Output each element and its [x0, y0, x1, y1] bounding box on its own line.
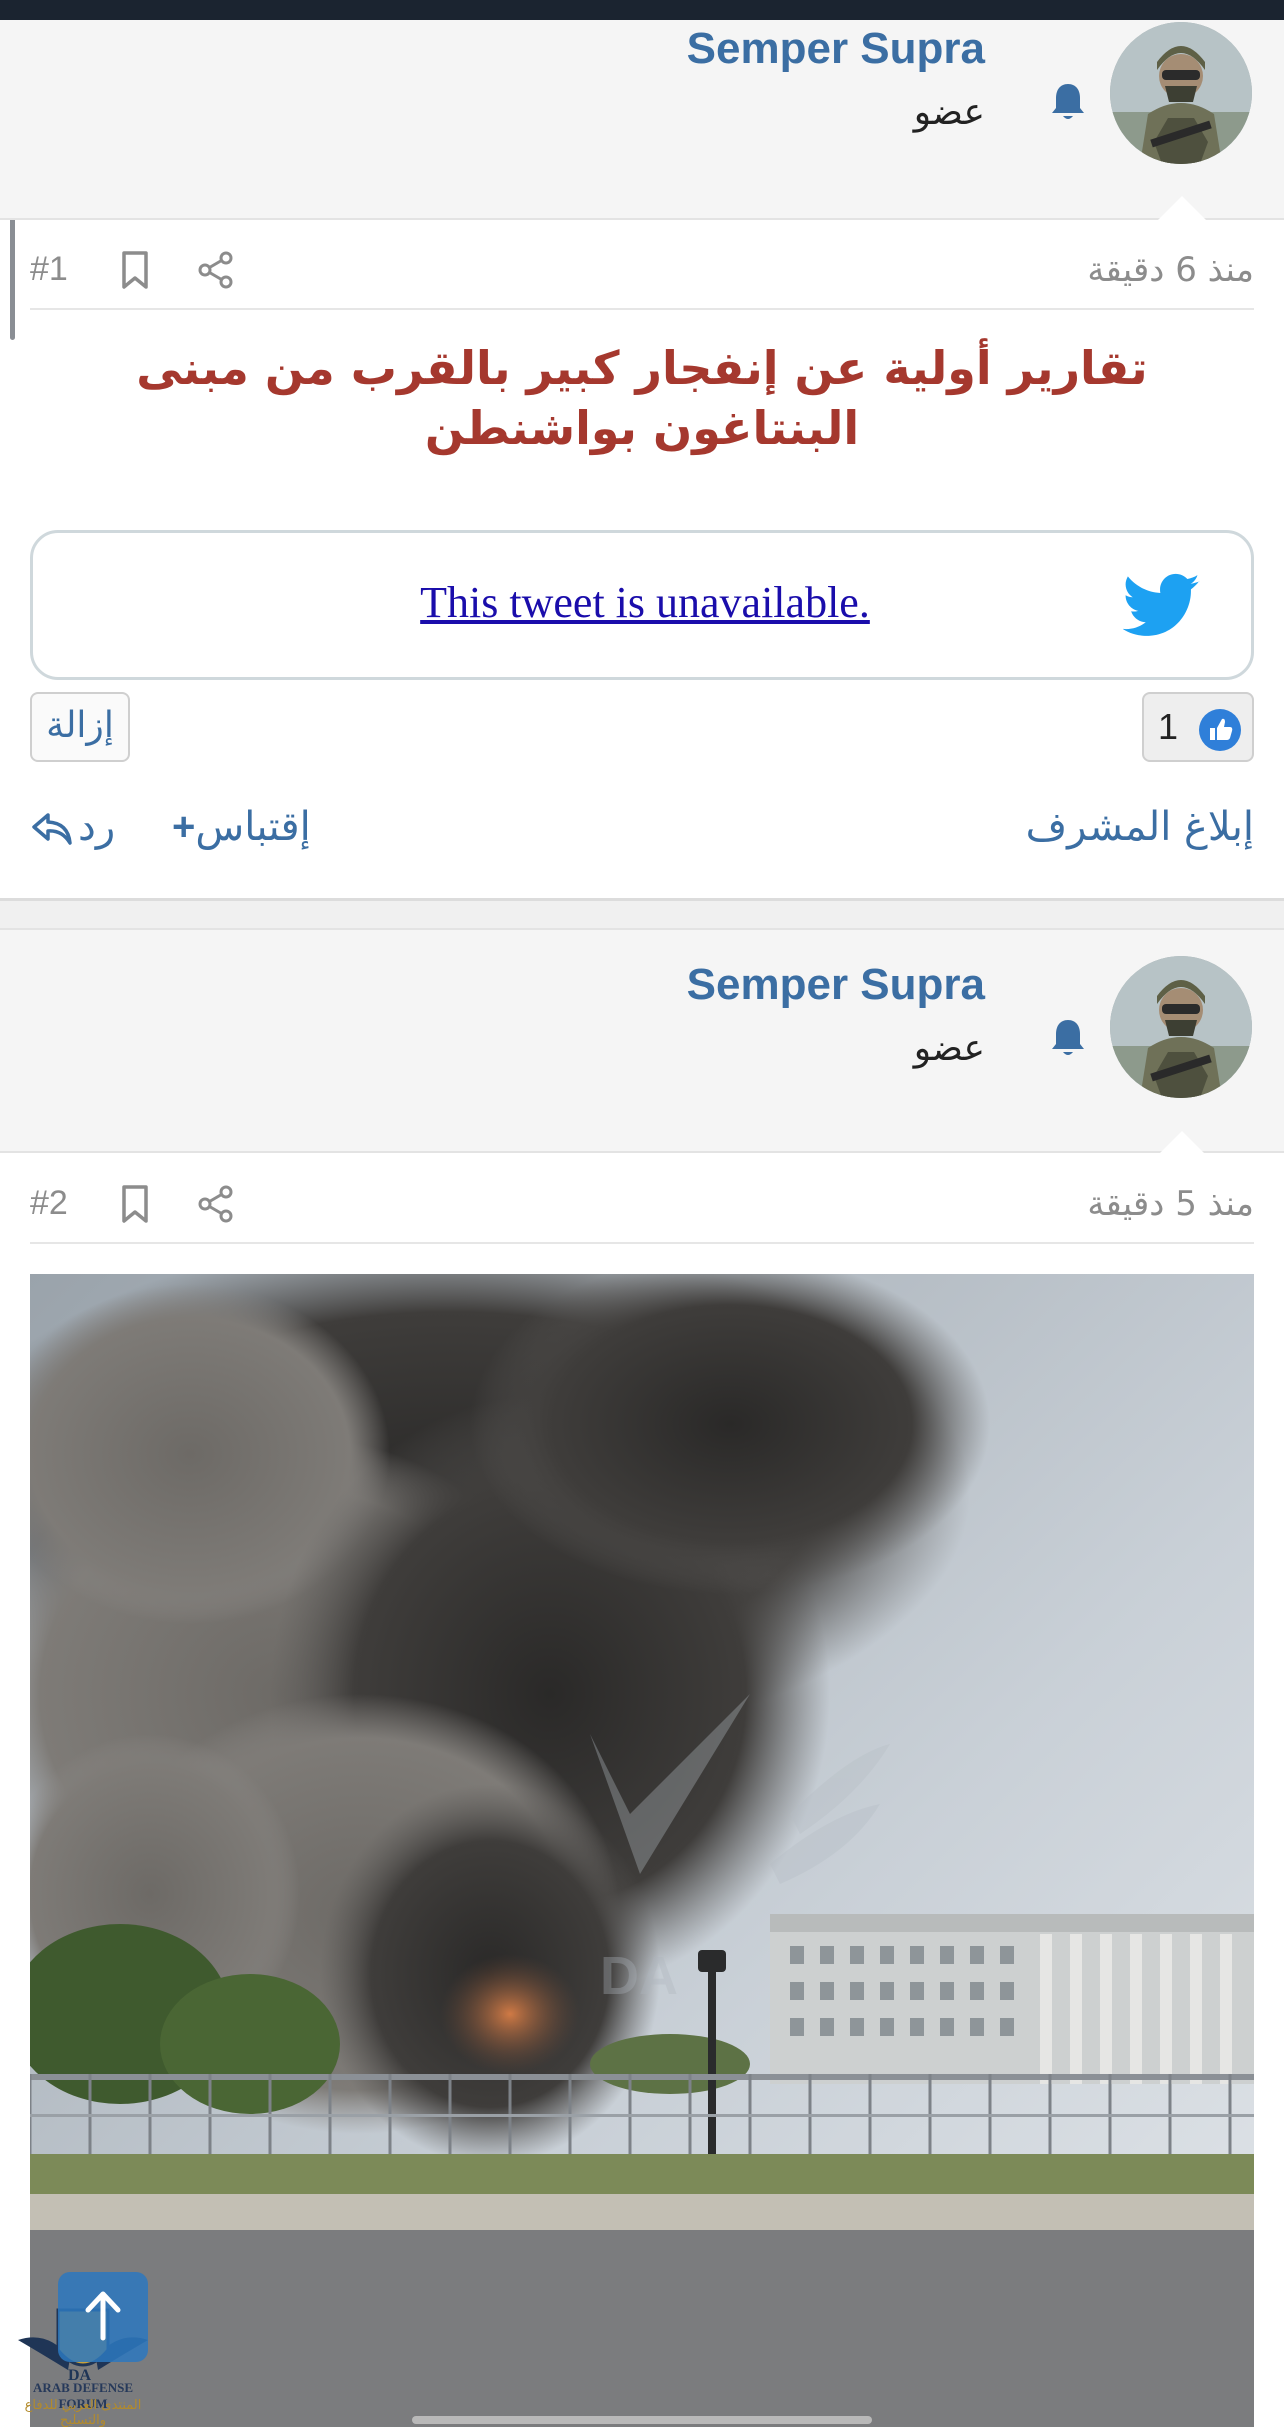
post-time[interactable]: منذ 6 دقيقة [1087, 250, 1254, 290]
author-avatar[interactable] [1110, 22, 1252, 164]
tweet-unavailable-link[interactable]: This tweet is unavailable. [33, 577, 1257, 628]
post-pointer [1155, 1129, 1209, 1157]
post-time[interactable]: منذ 5 دقيقة [1087, 1184, 1254, 1224]
author-avatar[interactable] [1110, 956, 1252, 1098]
share-icon[interactable] [196, 250, 236, 290]
arrow-up-icon [85, 2291, 121, 2341]
post-pointer [1155, 194, 1209, 222]
reply-button[interactable]: رد [30, 804, 115, 850]
bell-icon[interactable] [1048, 80, 1088, 124]
post-1-author-header: Semper Supra عضو [0, 20, 1284, 222]
home-indicator[interactable] [412, 2416, 872, 2424]
reaction-summary[interactable]: 1 [1142, 692, 1254, 762]
post-number[interactable]: #2 [30, 1184, 68, 1223]
reaction-count: 1 [1158, 706, 1179, 747]
post-image[interactable]: DA [30, 1274, 1254, 2427]
author-username[interactable]: Semper Supra [687, 960, 985, 1010]
quote-label: إقتباس [195, 804, 311, 850]
plus-icon: + [172, 805, 196, 849]
report-link[interactable]: إبلاغ المشرف [1026, 804, 1254, 850]
post-actions: إبلاغ المشرف إقتباس+ رد [30, 794, 1254, 864]
post-number[interactable]: #1 [30, 250, 68, 289]
bookmark-icon[interactable] [118, 1184, 152, 1224]
tweet-embed[interactable]: This tweet is unavailable. [30, 530, 1254, 680]
status-bar [0, 0, 1284, 20]
post-2-meta: منذ 5 دقيقة #2 [30, 1166, 1254, 1244]
author-role: عضو [913, 92, 985, 133]
post-title: تقارير أولية عن إنفجار كبير بالقرب من مب… [136, 341, 1148, 455]
forum-logo-name-ar: المنتدى العربي للدفاع والتسليح [24, 2398, 142, 2427]
author-username[interactable]: Semper Supra [687, 24, 985, 74]
quote-button[interactable]: إقتباس+ [166, 804, 311, 850]
reply-arrow-icon [32, 813, 72, 845]
share-icon[interactable] [196, 1184, 236, 1224]
reply-label: رد [78, 804, 116, 850]
svg-text:DA: DA [600, 1946, 678, 2006]
bell-icon[interactable] [1048, 1016, 1088, 1060]
post-2-author-header: Semper Supra عضو [0, 928, 1284, 1157]
remove-button[interactable]: إزالة [30, 692, 130, 762]
scroll-to-top-button[interactable] [58, 2272, 148, 2362]
post-1-meta: منذ 6 دقيقة #1 [30, 232, 1254, 310]
thumbs-up-icon [1199, 709, 1241, 751]
twitter-bird-icon [1123, 573, 1200, 636]
bookmark-icon[interactable] [118, 250, 152, 290]
post-separator [0, 898, 1284, 928]
author-role: عضو [913, 1028, 985, 1069]
